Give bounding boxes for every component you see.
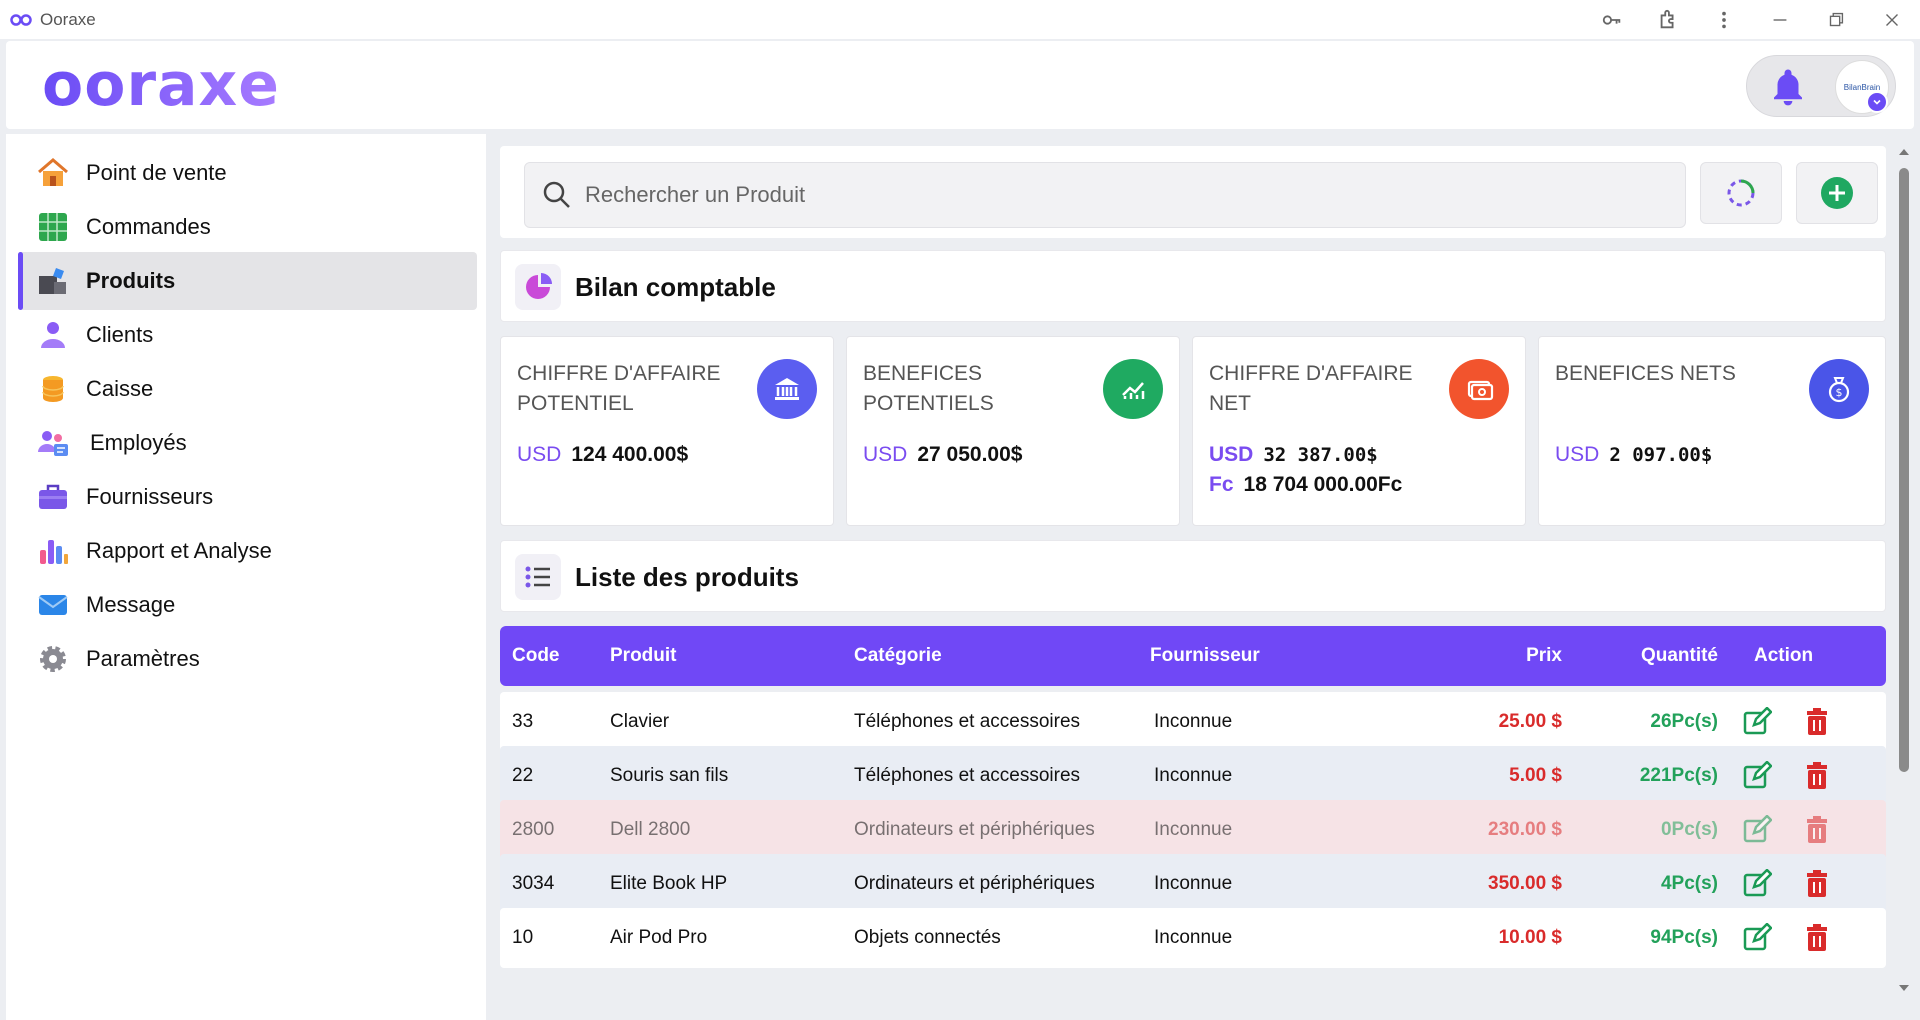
brand-logo: ooraxe: [42, 50, 280, 120]
search-box[interactable]: [524, 162, 1686, 228]
stat-card-benefices-nets: BENEFICES NETS $ USD 2 097.00$: [1538, 336, 1886, 526]
sidebar-item-parametres[interactable]: Paramètres: [18, 630, 477, 688]
employees-icon: [38, 431, 68, 456]
gear-icon: [40, 646, 66, 672]
search-input[interactable]: [585, 182, 1675, 208]
table-row[interactable]: 2800 Dell 2800 Ordinateurs et périphériq…: [500, 800, 1886, 860]
search-icon: [543, 181, 570, 208]
products-header: Liste des produits: [500, 540, 1886, 612]
bilan-header: Bilan comptable: [500, 250, 1886, 322]
table-row[interactable]: 33 Clavier Téléphones et accessoires Inc…: [500, 692, 1886, 752]
money-bag-icon: $: [1809, 359, 1869, 419]
edit-icon[interactable]: [1742, 854, 1772, 914]
extension-icon[interactable]: [1640, 0, 1696, 39]
sidebar-item-commandes[interactable]: Commandes: [18, 198, 477, 256]
grid-icon: [39, 213, 67, 241]
delete-icon[interactable]: [1802, 908, 1832, 968]
sidebar-item-caisse[interactable]: Caisse: [18, 360, 477, 418]
table-row[interactable]: 3034 Elite Book HP Ordinateurs et périph…: [500, 854, 1886, 914]
sidebar-item-fournisseurs[interactable]: Fournisseurs: [18, 468, 477, 526]
sidebar: Point de vente Commandes Produits Client…: [6, 134, 486, 1020]
products-icon: [39, 268, 66, 294]
edit-icon[interactable]: [1742, 800, 1772, 860]
edit-icon[interactable]: [1742, 908, 1772, 968]
main-scrollbar[interactable]: [1894, 134, 1914, 1020]
bar-chart-icon: [40, 540, 68, 564]
growth-chart-icon: [1103, 359, 1163, 419]
list-icon: [515, 554, 561, 600]
svg-text:$: $: [1836, 386, 1843, 399]
products-table-header: Code Produit Catégorie Fournisseur Prix …: [500, 626, 1886, 686]
scroll-up-icon[interactable]: [1894, 144, 1914, 160]
refresh-button[interactable]: [1700, 162, 1782, 224]
sidebar-item-message[interactable]: Message: [18, 576, 477, 634]
mail-icon: [38, 595, 68, 615]
delete-icon[interactable]: [1802, 746, 1832, 806]
bank-icon: [757, 359, 817, 419]
search-toolbar: [500, 146, 1886, 238]
header-user-controls: BilanBrain: [1746, 55, 1896, 117]
table-row[interactable]: 22 Souris san fils Téléphones et accesso…: [500, 746, 1886, 806]
cash-icon: [1449, 359, 1509, 419]
sidebar-item-produits[interactable]: Produits: [18, 252, 477, 310]
delete-icon[interactable]: [1802, 854, 1832, 914]
delete-icon[interactable]: [1802, 692, 1832, 752]
bilan-title: Bilan comptable: [575, 271, 776, 302]
briefcase-icon: [39, 484, 67, 509]
home-icon: [38, 158, 68, 186]
stat-card-ca-net: CHIFFRE D'AFFAIRE NET USD 32 387.00$ Fc 18…: [1192, 336, 1526, 526]
stat-card-benefices-potentiels: BENEFICES POTENTIELS USD 27 050.00$: [846, 336, 1180, 526]
products-title: Liste des produits: [575, 561, 799, 592]
minimize-icon[interactable]: [1752, 0, 1808, 39]
close-icon[interactable]: [1864, 0, 1920, 39]
window-title: Ooraxe: [40, 9, 96, 29]
edit-icon[interactable]: [1742, 746, 1772, 806]
avatar[interactable]: BilanBrain: [1835, 60, 1889, 114]
coins-icon: [42, 376, 64, 402]
window-titlebar: Ooraxe: [0, 0, 1920, 39]
app-logo-icon: [10, 13, 32, 26]
add-product-button[interactable]: [1796, 162, 1878, 224]
stat-card-ca-potentiel: CHIFFRE D'AFFAIRE POTENTIEL USD 124 400.0…: [500, 336, 834, 526]
delete-icon[interactable]: [1802, 800, 1832, 860]
pie-chart-icon: [515, 264, 561, 310]
sidebar-item-clients[interactable]: Clients: [18, 306, 477, 364]
sidebar-item-point-de-vente[interactable]: Point de vente: [18, 144, 477, 202]
scroll-thumb[interactable]: [1899, 168, 1909, 772]
sidebar-item-rapport[interactable]: Rapport et Analyse: [18, 522, 477, 580]
user-icon: [41, 322, 65, 348]
bell-icon[interactable]: [1767, 66, 1809, 108]
key-icon[interactable]: [1584, 0, 1640, 39]
edit-icon[interactable]: [1742, 692, 1772, 752]
sidebar-item-employes[interactable]: Employés: [18, 414, 477, 472]
restore-icon[interactable]: [1808, 0, 1864, 39]
chevron-down-icon[interactable]: [1866, 91, 1888, 113]
scroll-down-icon[interactable]: [1894, 980, 1914, 996]
plus-icon: [1821, 177, 1853, 209]
main-content: Bilan comptable CHIFFRE D'AFFAIRE POTENT…: [486, 134, 1920, 1020]
more-vertical-icon[interactable]: [1696, 0, 1752, 39]
app-header: ooraxe BilanBrain: [6, 41, 1914, 129]
table-row[interactable]: 10 Air Pod Pro Objets connectés Inconnue…: [500, 908, 1886, 968]
refresh-icon: [1727, 179, 1755, 207]
